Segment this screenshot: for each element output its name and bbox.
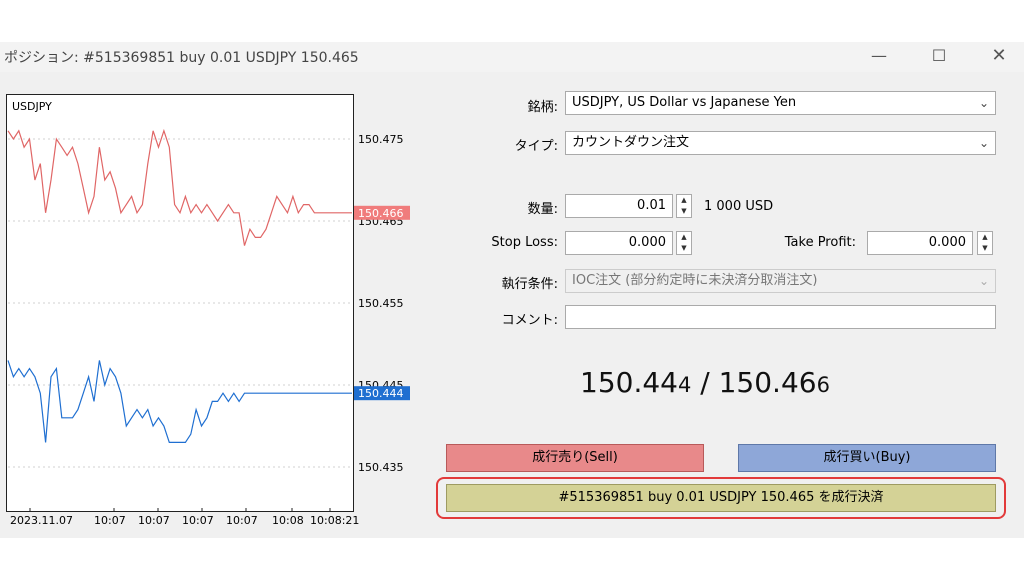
time-tick-label: 10:07 [138, 514, 170, 527]
down-arrow-icon[interactable]: ▼ [677, 243, 691, 254]
chevron-down-icon: ⌄ [978, 96, 989, 110]
ask-price-pip: 6 [816, 373, 830, 397]
price-tick-label: 150.475 [358, 133, 404, 146]
close-position-button[interactable]: #515369851 buy 0.01 USDJPY 150.465 を成行決済 [446, 484, 996, 512]
symbol-select[interactable]: USDJPY, US Dollar vs Japanese Yen ⌄ [565, 91, 996, 115]
fill-policy-label: 執行条件: [501, 277, 558, 292]
minimize-icon[interactable]: — [868, 44, 890, 68]
volume-label: 数量: [527, 202, 558, 217]
take-profit-label: Take Profit: [784, 235, 856, 250]
volume-stepper[interactable]: ▲ ▼ [676, 194, 692, 218]
fill-policy-select: IOC注文 (部分約定時に未決済分取消注文) ⌄ [565, 269, 996, 293]
take-profit-stepper[interactable]: ▲ ▼ [977, 231, 993, 255]
buy-by-market-button[interactable]: 成行買い(Buy) [738, 444, 996, 472]
down-arrow-icon[interactable]: ▼ [677, 206, 691, 217]
bid-ask-quote: 150.444 / 150.466 [580, 366, 830, 399]
type-value: カウントダウン注文 [572, 135, 690, 150]
time-tick-label: 2023.11.07 [10, 514, 73, 527]
stop-loss-stepper[interactable]: ▲ ▼ [676, 231, 692, 255]
price-tick-label: 150.435 [358, 461, 404, 474]
tick-chart-plot: 150.475150.465150.455150.445150.435150.4… [7, 100, 410, 527]
chevron-down-icon: ⌄ [978, 274, 989, 288]
quote-separator: / [691, 366, 719, 399]
time-tick-label: 10:08 [272, 514, 304, 527]
ask-price-marker: 150.444 [358, 387, 404, 400]
type-select[interactable]: カウントダウン注文 ⌄ [565, 131, 996, 155]
chart-symbol-label: USDJPY [12, 100, 52, 113]
sell-by-market-button[interactable]: 成行売り(Sell) [446, 444, 704, 472]
time-tick-label: 10:07 [182, 514, 214, 527]
window-title: ポジション: #515369851 buy 0.01 USDJPY 150.46… [4, 50, 359, 66]
symbol-value: USDJPY, US Dollar vs Japanese Yen [572, 95, 797, 110]
time-tick-label: 10:07 [94, 514, 126, 527]
volume-input[interactable]: 0.01 [565, 194, 673, 218]
bid-price-pip: 4 [677, 373, 692, 397]
up-arrow-icon[interactable]: ▲ [677, 232, 691, 243]
up-arrow-icon[interactable]: ▲ [677, 195, 691, 206]
stop-loss-label: Stop Loss: [491, 235, 558, 250]
bid-price-marker: 150.466 [358, 207, 404, 220]
close-icon[interactable]: ✕ [988, 44, 1010, 68]
up-arrow-icon[interactable]: ▲ [978, 232, 992, 243]
time-tick-label: 10:07 [226, 514, 258, 527]
time-tick-label: 10:08:21 [310, 514, 359, 527]
type-label: タイプ: [514, 139, 558, 154]
comment-label: コメント: [501, 313, 558, 328]
maximize-icon[interactable]: ☐ [928, 44, 950, 68]
symbol-label: 銘柄: [527, 100, 558, 115]
comment-input[interactable] [565, 305, 996, 329]
ask-price: 150.46 [718, 366, 817, 399]
ask-price-line [7, 360, 352, 443]
chevron-down-icon: ⌄ [978, 136, 989, 150]
fill-policy-value: IOC注文 (部分約定時に未決済分取消注文) [572, 273, 818, 288]
volume-unit: 1 000 USD [704, 199, 774, 214]
down-arrow-icon[interactable]: ▼ [978, 243, 992, 254]
bid-price: 150.44 [580, 366, 678, 399]
bid-price-line [7, 128, 352, 246]
take-profit-input[interactable]: 0.000 [867, 231, 973, 255]
stop-loss-input[interactable]: 0.000 [565, 231, 673, 255]
price-tick-label: 150.455 [358, 297, 404, 310]
